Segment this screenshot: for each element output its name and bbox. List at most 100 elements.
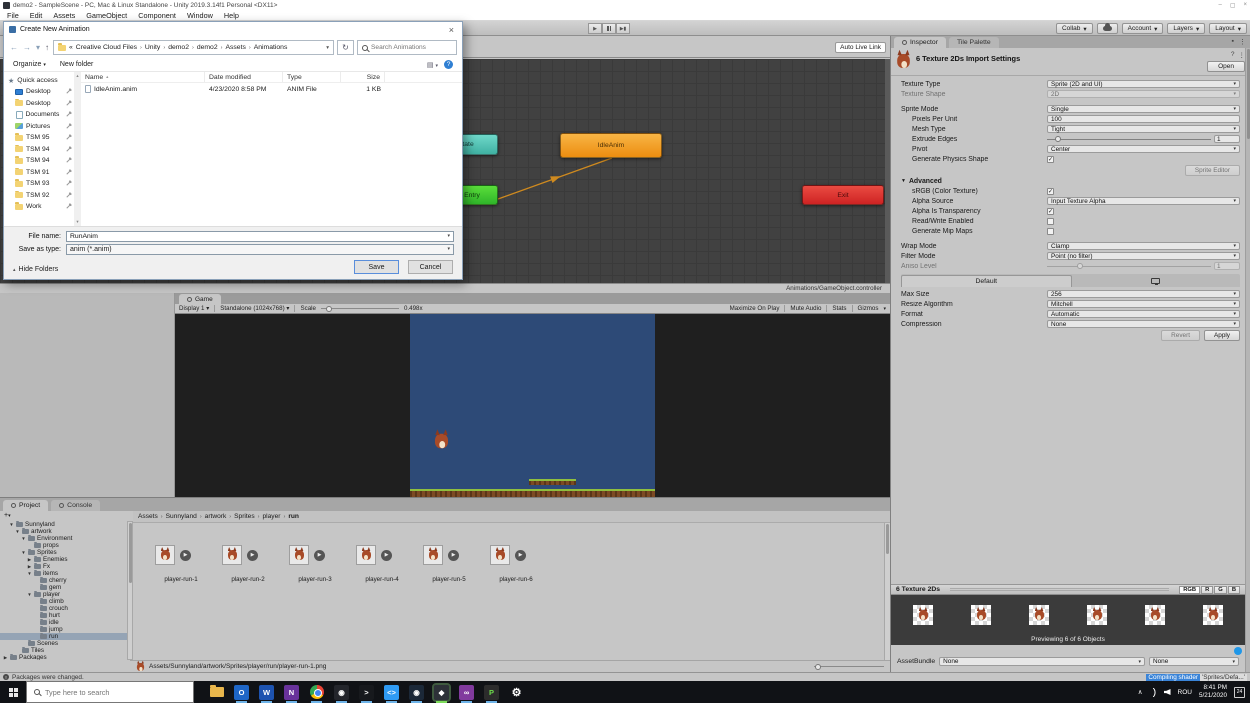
expand-sprite-button[interactable]: ▶: [381, 550, 392, 561]
slider-thumb[interactable]: [1077, 263, 1083, 269]
checkbox-srgb-color-texture-[interactable]: ✓: [1047, 188, 1054, 195]
taskbar-search[interactable]: [26, 681, 194, 703]
play-button[interactable]: ▶: [588, 23, 602, 34]
tree-arrow-icon[interactable]: ▼: [21, 536, 26, 541]
checkbox-read-write-enabled[interactable]: [1047, 218, 1054, 225]
asset-thumbnail[interactable]: [490, 545, 510, 565]
menu-window[interactable]: Window: [187, 11, 213, 20]
checkbox-alpha-is-transparency[interactable]: ✓: [1047, 208, 1054, 215]
tab-tile-palette[interactable]: Tile Palette: [949, 37, 999, 48]
asset-player-run-5[interactable]: ▶player-run-5: [423, 545, 475, 583]
tree-arrow-icon[interactable]: ▼: [27, 571, 32, 576]
tree-item-player[interactable]: ▼player: [0, 591, 127, 598]
revert-button[interactable]: Revert: [1161, 330, 1200, 341]
help-icon[interactable]: ?: [444, 60, 453, 69]
dropdown-filter-mode[interactable]: Point (no filter)▾: [1047, 252, 1240, 260]
close-icon[interactable]: ×: [1243, 2, 1247, 9]
language-indicator[interactable]: ROU: [1178, 689, 1192, 696]
hide-folders-button[interactable]: ▴ Hide Folders: [13, 266, 58, 273]
asset-thumbnail[interactable]: [423, 545, 443, 565]
terminal-icon[interactable]: >: [359, 685, 374, 700]
menu-edit[interactable]: Edit: [30, 11, 43, 20]
tab-game[interactable]: Game: [179, 294, 221, 304]
channel-rgb[interactable]: RGB: [1179, 586, 1200, 594]
tree-item-idle[interactable]: idle: [0, 619, 127, 626]
tree-arrow-icon[interactable]: ▼: [15, 529, 20, 534]
expand-sprite-button[interactable]: ▶: [180, 550, 191, 561]
notification-icon[interactable]: 24: [1234, 687, 1245, 698]
tree-item-environment[interactable]: ▼Environment: [0, 535, 127, 542]
apply-button[interactable]: Apply: [1204, 330, 1240, 341]
unity-editor-icon[interactable]: ◆: [434, 685, 449, 700]
asset-player-run-6[interactable]: ▶player-run-6: [490, 545, 542, 583]
dropdown-resize-algorithm[interactable]: Mitchell▾: [1047, 300, 1240, 308]
checkbox-generate-mip-maps[interactable]: [1047, 228, 1054, 235]
collab-button[interactable]: Collab▾: [1056, 23, 1093, 34]
sidebar-item-tsm-93[interactable]: TSM 93: [4, 178, 74, 190]
tree-arrow-icon[interactable]: ▶: [27, 557, 32, 563]
pause-button[interactable]: [602, 23, 616, 34]
game-button-gizmos[interactable]: Gizmos: [858, 305, 879, 312]
animator-node-exit[interactable]: Exit: [802, 185, 884, 205]
dialog-search-input[interactable]: [371, 44, 451, 51]
tree-item-sunnyland[interactable]: ▼Sunnyland: [0, 521, 127, 528]
tree-item-packages[interactable]: ▶Packages: [0, 654, 127, 660]
maximize-icon[interactable]: ▢: [1230, 2, 1236, 9]
tree-item-cherry[interactable]: cherry: [0, 577, 127, 584]
platform-tab-standalone[interactable]: [1072, 275, 1241, 287]
column-header-type[interactable]: Type: [283, 72, 341, 82]
slider-thumb[interactable]: [1055, 136, 1061, 142]
slider-value[interactable]: 1: [1214, 262, 1240, 270]
checkbox-generate-physics-shape[interactable]: ✓: [1047, 156, 1054, 163]
scale-slider[interactable]: [321, 308, 399, 309]
asset-thumbnail[interactable]: [155, 545, 175, 565]
expand-sprite-button[interactable]: ▶: [515, 550, 526, 561]
address-bar[interactable]: « Creative Cloud Files›Unity›demo2›demo2…: [53, 40, 334, 55]
dropdown-alpha-source[interactable]: Input Texture Alpha▾: [1047, 197, 1240, 205]
vscode-icon[interactable]: <>: [384, 685, 399, 700]
dropdown-pivot[interactable]: Center▾: [1047, 145, 1240, 153]
cancel-button[interactable]: Cancel: [408, 260, 453, 274]
breadcrumb-animations[interactable]: Animations: [254, 44, 288, 51]
channel-b[interactable]: B: [1228, 586, 1240, 594]
steam-icon[interactable]: ◉: [409, 685, 424, 700]
save-button[interactable]: Save: [354, 260, 399, 274]
chrome-icon[interactable]: [309, 685, 324, 700]
sprite-editor-button[interactable]: Sprite Editor: [1185, 165, 1240, 176]
breadcrumb-player[interactable]: player: [263, 513, 281, 520]
file-explorer-icon[interactable]: [209, 685, 224, 700]
sidebar-item-tsm-91[interactable]: TSM 91: [4, 167, 74, 179]
tree-arrow-icon[interactable]: ▼: [21, 550, 26, 555]
sidebar-item-desktop[interactable]: Desktop: [4, 98, 74, 110]
field-pixels-per-unit[interactable]: 100: [1047, 115, 1240, 123]
layout-button[interactable]: Layout▾: [1209, 23, 1247, 34]
create-asset-button[interactable]: +▾: [4, 512, 11, 519]
sidebar-item-desktop[interactable]: Desktop: [4, 86, 74, 98]
tree-item-gem[interactable]: gem: [0, 584, 127, 591]
tree-arrow-icon[interactable]: ▼: [27, 592, 32, 597]
expand-sprite-button[interactable]: ▶: [314, 550, 325, 561]
pycharm-icon[interactable]: P: [484, 685, 499, 700]
tree-arrow-icon[interactable]: ▼: [9, 522, 14, 527]
chevron-down-icon[interactable]: ▾: [326, 45, 329, 51]
layers-button[interactable]: Layers▾: [1167, 23, 1205, 34]
close-icon[interactable]: ×: [446, 25, 457, 35]
sidebar-item-pictures[interactable]: Pictures: [4, 121, 74, 133]
column-header-size[interactable]: Size: [341, 72, 385, 82]
resolution-dropdown[interactable]: Standalone (1024x768) ▾: [220, 305, 289, 312]
asset-player-run-2[interactable]: ▶player-run-2: [222, 545, 274, 583]
asset-thumbnail[interactable]: [356, 545, 376, 565]
slider-aniso-level[interactable]: [1047, 266, 1211, 267]
file-row-idleanim.anim[interactable]: IdleAnim.anim4/23/2020 8:58 PMANIM File1…: [81, 83, 462, 95]
sidebar-scrollbar[interactable]: ▴▾: [74, 72, 81, 226]
tree-item-run[interactable]: run: [0, 633, 127, 640]
sidebar-item-tsm-94[interactable]: TSM 94: [4, 155, 74, 167]
advanced-foldout[interactable]: ▼Advanced: [901, 176, 1240, 186]
organize-button[interactable]: Organize ▾: [13, 61, 46, 68]
onenote-icon[interactable]: N: [284, 685, 299, 700]
breadcrumb-demo2[interactable]: demo2: [168, 44, 189, 51]
asset-thumbnail[interactable]: [222, 545, 242, 565]
asset-player-run-3[interactable]: ▶player-run-3: [289, 545, 341, 583]
game-button-mute-audio[interactable]: Mute Audio: [790, 305, 821, 312]
asset-player-run-1[interactable]: ▶player-run-1: [155, 545, 207, 583]
